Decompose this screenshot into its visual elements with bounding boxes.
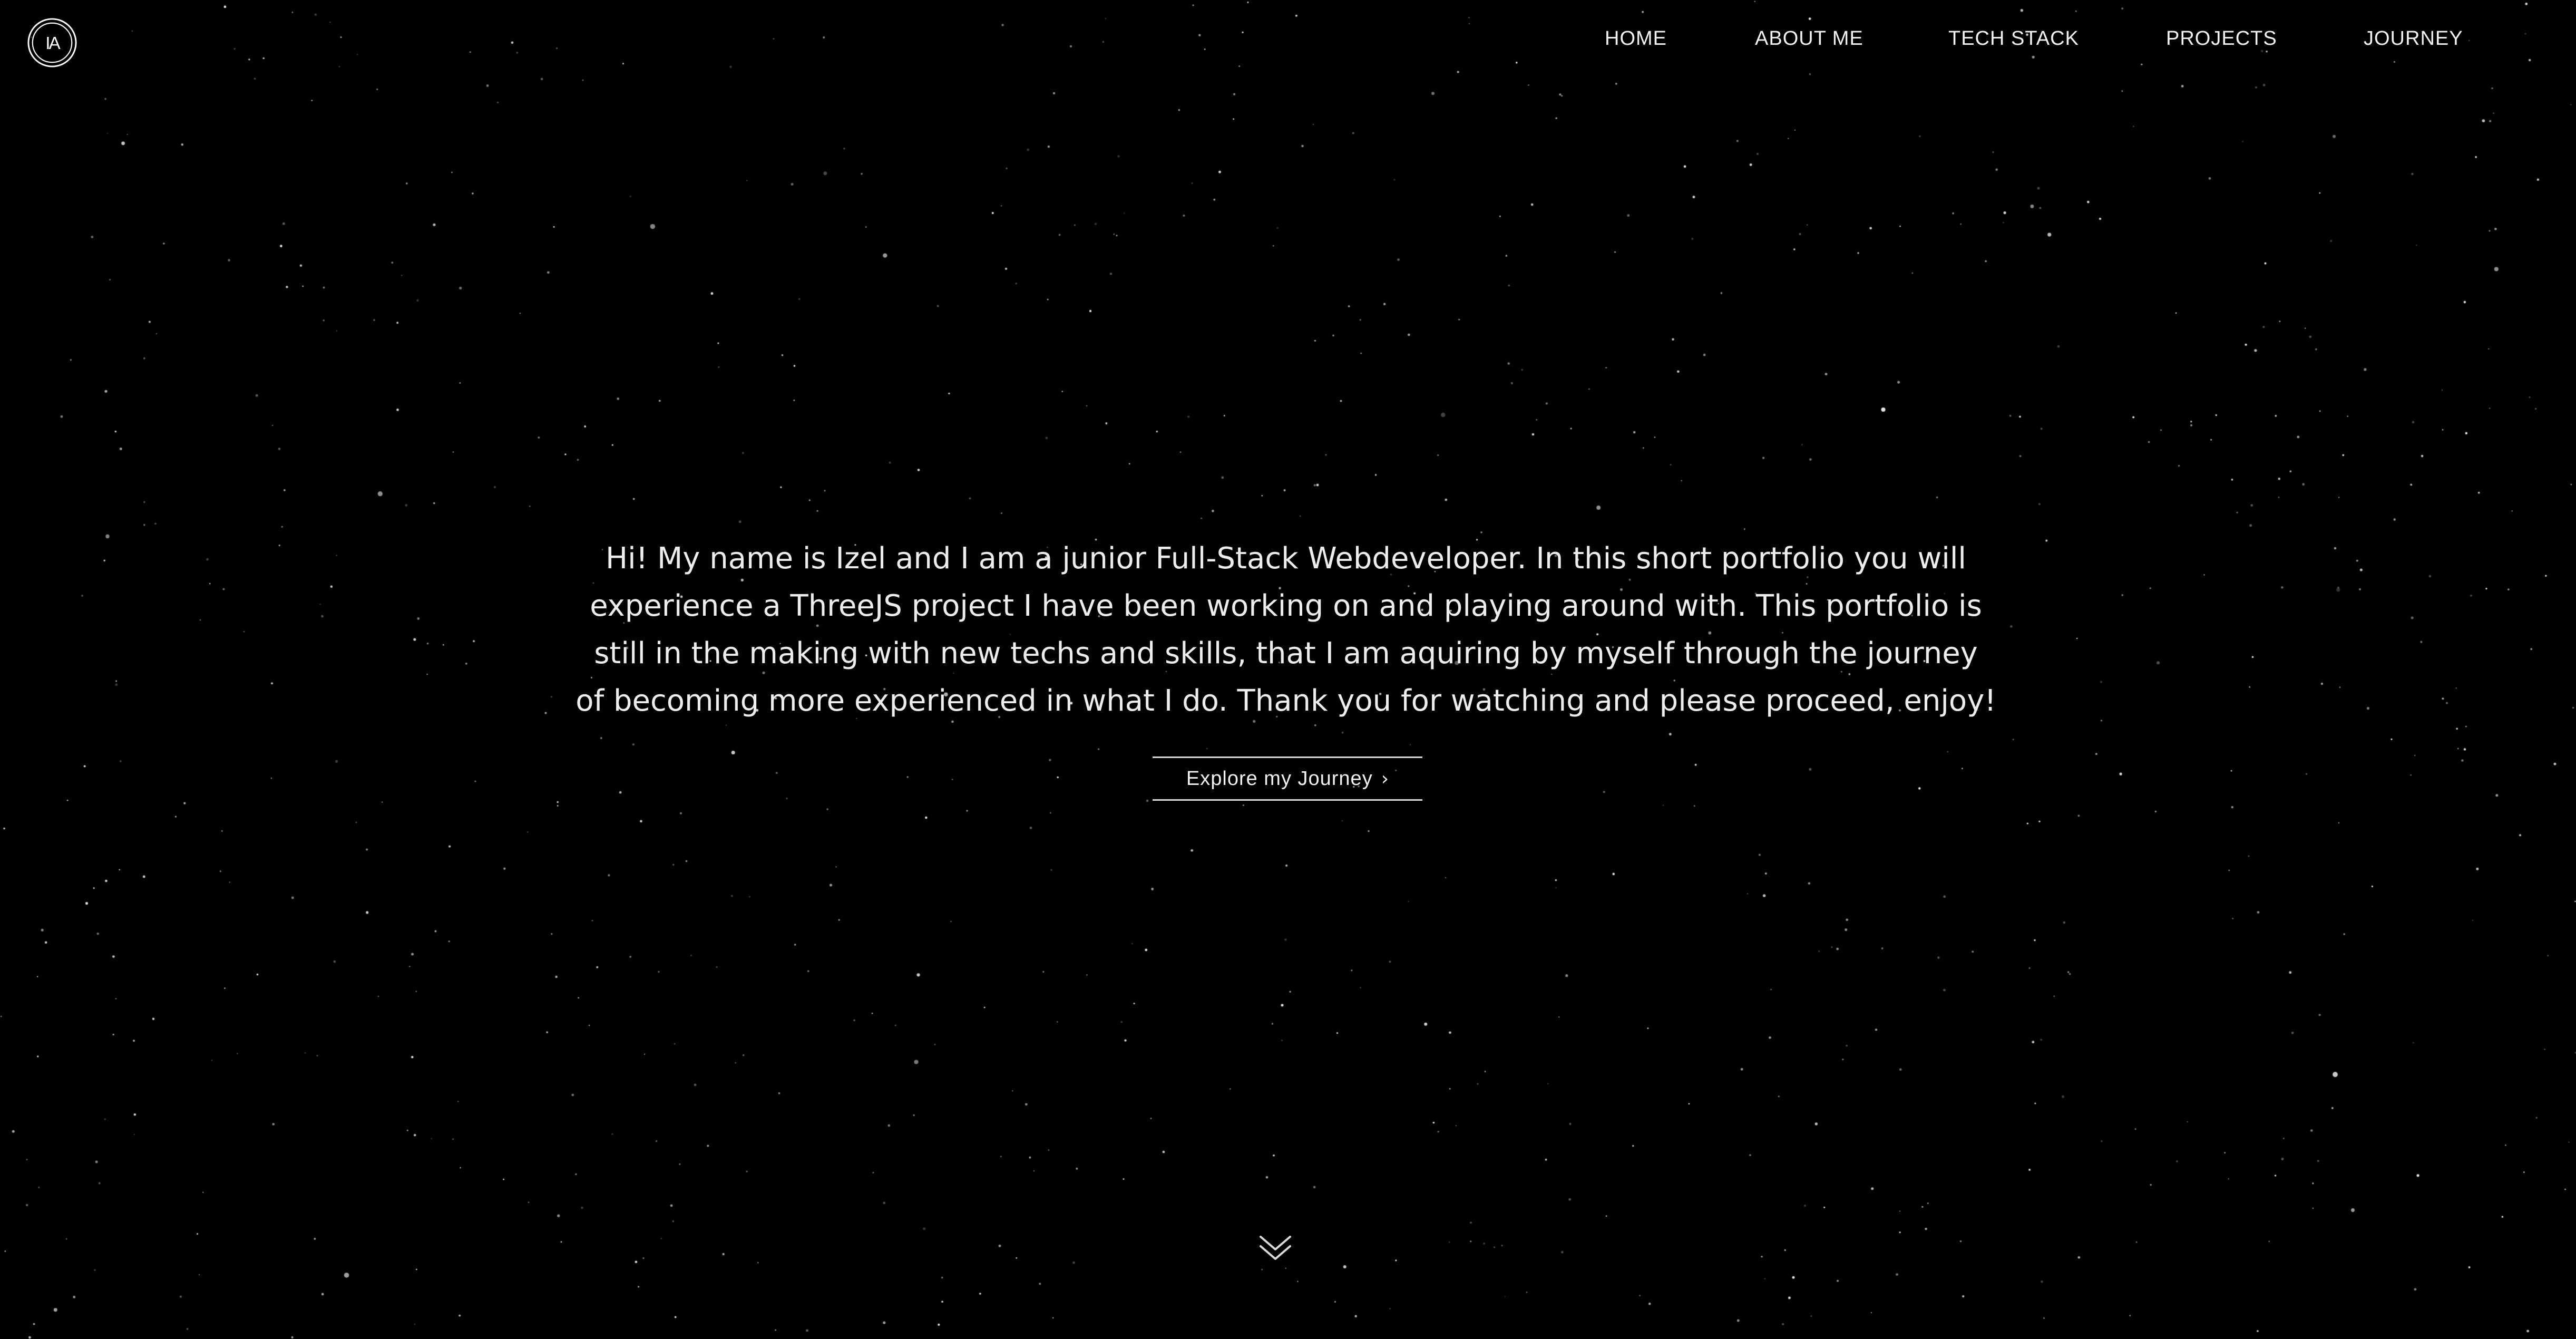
nav-item-about-me[interactable]: ABOUT ME xyxy=(1755,27,1863,50)
chevron-right-icon: › xyxy=(1381,768,1389,790)
intro-line: experience a ThreeJS project I have been… xyxy=(590,589,1982,623)
intro-paragraph: Hi! My name is Izel and I am a junior Fu… xyxy=(548,535,2024,725)
nav-item-journey[interactable]: JOURNEY xyxy=(2364,27,2463,50)
ia-monogram-icon[interactable]: IA xyxy=(26,17,78,69)
logo-initials: IA xyxy=(45,34,61,53)
intro-line: still in the making with new techs and s… xyxy=(594,636,1978,671)
double-chevron-down-icon[interactable] xyxy=(1256,1227,1294,1265)
nav-item-home[interactable]: HOME xyxy=(1605,27,1667,50)
explore-journey-label: Explore my Journey xyxy=(1186,767,1373,790)
intro-line: of becoming more experienced in what I d… xyxy=(575,684,1996,718)
nav-item-projects[interactable]: PROJECTS xyxy=(2166,27,2277,50)
intro-line: Hi! My name is Izel and I am a junior Fu… xyxy=(606,541,1966,576)
nav-item-tech-stack[interactable]: TECH STACK xyxy=(1948,27,2079,50)
main-nav: HOME ABOUT ME TECH STACK PROJECTS JOURNE… xyxy=(1597,27,2493,54)
explore-journey-button[interactable]: Explore my Journey › xyxy=(1153,756,1422,801)
